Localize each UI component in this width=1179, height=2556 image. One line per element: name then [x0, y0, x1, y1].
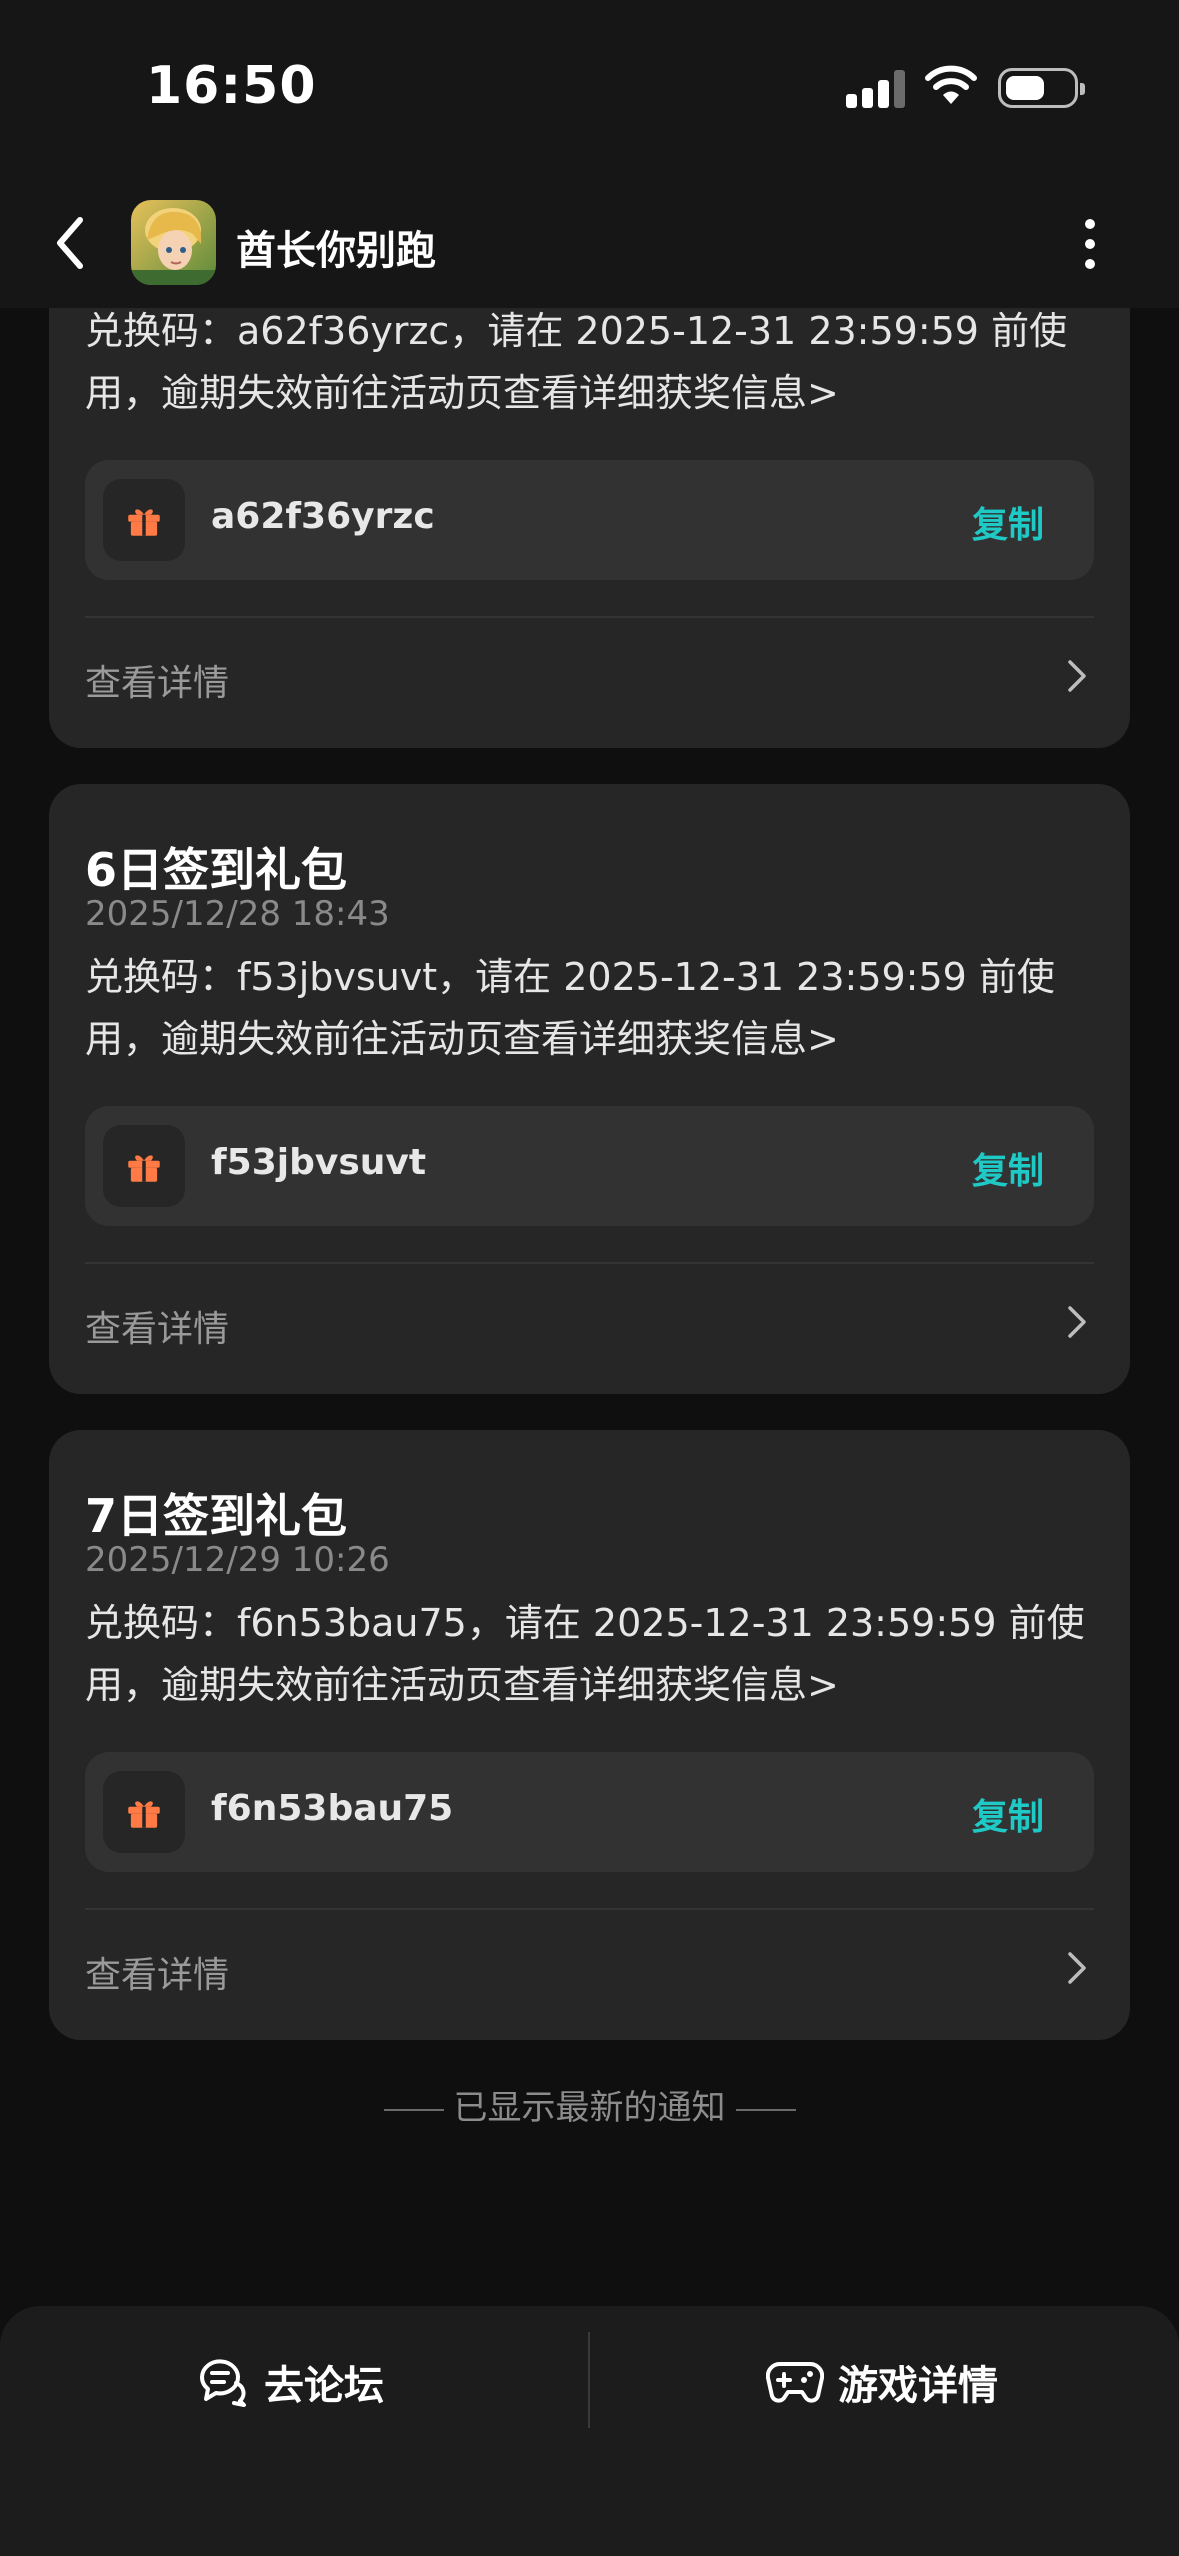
card-title: 6日签到礼包	[85, 843, 348, 897]
copy-button[interactable]: 复制	[972, 1788, 1044, 1840]
game-detail-label: 游戏详情	[838, 2363, 998, 2409]
game-detail-button[interactable]: 游戏详情	[766, 2352, 998, 2412]
redeem-code: f6n53bau75	[211, 1788, 454, 1829]
card-body: 兑换码：a62f36yrzc，请在 2025-12-31 23:59:59 前使…	[85, 309, 1068, 415]
end-of-list-note: 已显示最新的通知	[0, 2080, 1179, 2129]
card-title: 7日签到礼包	[85, 1489, 348, 1543]
gift-icon	[103, 479, 185, 561]
battery-icon	[998, 68, 1085, 108]
chevron-left-icon	[57, 217, 83, 269]
code-box: f53jbvsuvt 复制	[85, 1106, 1094, 1226]
divider	[85, 616, 1094, 618]
redeem-code: a62f36yrzc	[211, 496, 435, 537]
copy-button[interactable]: 复制	[972, 1142, 1044, 1194]
card-date: 2025/12/29 10:26	[85, 1540, 390, 1580]
notification-card: 7日签到礼包 2025/12/29 10:26 兑换码：f6n53bau75，请…	[49, 1430, 1130, 2040]
wifi-icon	[925, 65, 977, 104]
back-button[interactable]	[40, 208, 100, 278]
divider	[85, 1262, 1094, 1264]
page-title: 酋长你别跑	[236, 228, 436, 274]
view-details-link[interactable]: 查看详情	[85, 654, 229, 706]
status-time: 16:50	[146, 56, 317, 116]
gift-icon	[103, 1771, 185, 1853]
end-of-list-text: 已显示最新的通知	[453, 2088, 726, 2128]
view-details-link[interactable]: 查看详情	[85, 1946, 229, 1998]
copy-button[interactable]: 复制	[972, 496, 1044, 548]
notification-card: 兑换码：a62f36yrzc，请在 2025-12-31 23:59:59 前使…	[49, 240, 1130, 748]
code-box: f6n53bau75 复制	[85, 1752, 1094, 1872]
go-to-forum-button[interactable]: 去论坛	[196, 2352, 384, 2412]
code-box: a62f36yrzc 复制	[85, 460, 1094, 580]
divider-line	[383, 2108, 444, 2111]
divider	[85, 1908, 1094, 1910]
screen: 兑换码：a62f36yrzc，请在 2025-12-31 23:59:59 前使…	[0, 0, 1179, 2556]
header: 16:50 酋长你别跑	[0, 0, 1179, 308]
chat-bubble-icon	[199, 2359, 246, 2407]
card-date: 2025/12/28 18:43	[85, 894, 390, 934]
divider	[588, 2332, 590, 2428]
chevron-right-icon[interactable]	[1059, 1948, 1093, 1988]
notification-card: 6日签到礼包 2025/12/28 18:43 兑换码：f53jbvsuvt，请…	[49, 784, 1130, 1394]
signal-icon	[846, 68, 906, 108]
redeem-code: f53jbvsuvt	[211, 1142, 427, 1183]
gamepad-icon	[766, 2361, 824, 2403]
bottom-action-bar: 去论坛 游戏详情	[0, 2306, 1179, 2556]
chevron-right-icon[interactable]	[1059, 656, 1093, 696]
divider-line	[735, 2108, 796, 2111]
card-body: 兑换码：f6n53bau75，请在 2025-12-31 23:59:59 前使…	[85, 1601, 1085, 1707]
view-details-link[interactable]: 查看详情	[85, 1300, 229, 1352]
game-avatar[interactable]	[131, 200, 216, 285]
gift-icon	[103, 1125, 185, 1207]
forum-label: 去论坛	[264, 2363, 384, 2409]
more-options-button[interactable]	[1070, 215, 1110, 275]
card-body: 兑换码：f53jbvsuvt，请在 2025-12-31 23:59:59 前使…	[85, 955, 1055, 1061]
chevron-right-icon[interactable]	[1059, 1302, 1093, 1342]
